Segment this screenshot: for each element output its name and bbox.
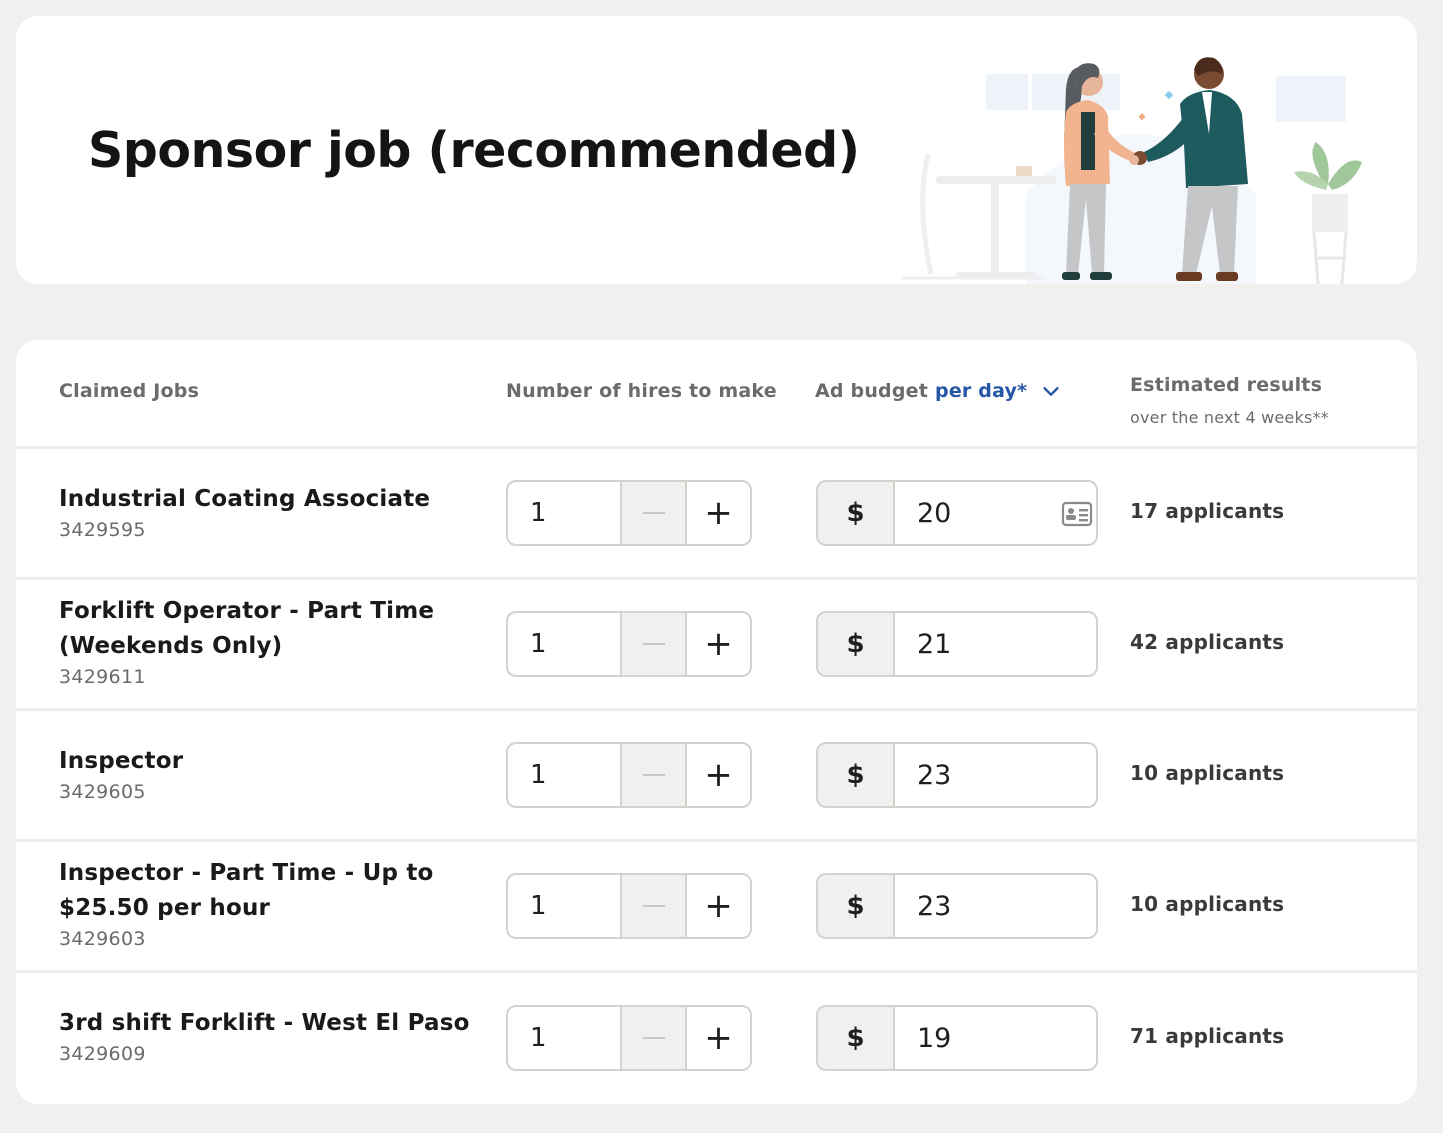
budget-input: $ 21 [816, 611, 1098, 677]
budget-input: $ 20 [816, 480, 1098, 546]
budget-amount-field[interactable]: 20 [895, 482, 1096, 544]
job-title: Forklift Operator - Part Time (Weekends … [59, 598, 435, 659]
budget-amount-field[interactable]: 23 [895, 744, 1096, 806]
estimated-applicants: 42 applicants [1130, 630, 1285, 654]
currency-symbol: $ [818, 482, 895, 544]
budget-amount[interactable]: 20 [917, 498, 951, 529]
budget-amount-field[interactable]: 23 [895, 875, 1096, 937]
hires-count[interactable]: 1 [508, 613, 620, 675]
minus-icon [642, 512, 665, 514]
increment-button[interactable]: + [687, 482, 750, 544]
header-card: Sponsor job (recommended) [16, 16, 1417, 284]
chevron-down-icon[interactable] [1040, 380, 1062, 402]
job-title: Inspector [59, 748, 184, 774]
job-title: Industrial Coating Associate [59, 486, 431, 512]
decrement-button[interactable] [620, 875, 687, 937]
currency-symbol: $ [818, 744, 895, 806]
hires-count[interactable]: 1 [508, 875, 620, 937]
minus-icon [642, 1037, 665, 1039]
hires-stepper: 1 + [506, 873, 752, 939]
table-row: Industrial Coating Associate 3429595 1 +… [16, 449, 1417, 577]
claimed-jobs-table: Claimed Jobs Number of hires to make Ad … [16, 340, 1417, 1104]
hires-stepper: 1 + [506, 611, 752, 677]
header-estimated-results: Estimated results [1130, 374, 1323, 396]
estimated-applicants: 17 applicants [1130, 499, 1285, 523]
hires-count[interactable]: 1 [508, 744, 620, 806]
currency-symbol: $ [818, 613, 895, 675]
currency-symbol: $ [818, 1007, 895, 1069]
budget-input: $ 23 [816, 873, 1098, 939]
header-number-of-hires: Number of hires to make [506, 380, 777, 402]
estimated-applicants: 10 applicants [1130, 892, 1285, 916]
budget-amount[interactable]: 19 [917, 1023, 951, 1054]
header-results-subtitle: over the next 4 weeks** [1130, 408, 1329, 427]
increment-button[interactable]: + [687, 1007, 750, 1069]
job-id: 3429611 [59, 666, 146, 688]
decrement-button[interactable] [620, 613, 687, 675]
header-claimed-jobs: Claimed Jobs [59, 380, 200, 402]
decrement-button[interactable] [620, 482, 687, 544]
job-title: Inspector - Part Time - Up to $25.50 per… [59, 860, 434, 921]
job-id: 3429605 [59, 781, 146, 803]
minus-icon [642, 905, 665, 907]
budget-input: $ 23 [816, 742, 1098, 808]
header-ad-budget-label: Ad budget [815, 380, 929, 402]
budget-amount-field[interactable]: 21 [895, 613, 1096, 675]
budget-amount[interactable]: 23 [917, 760, 951, 791]
job-id: 3429603 [59, 928, 146, 950]
table-header: Claimed Jobs Number of hires to make Ad … [16, 340, 1417, 448]
minus-icon [642, 643, 665, 645]
increment-button[interactable]: + [687, 744, 750, 806]
estimated-applicants: 10 applicants [1130, 761, 1285, 785]
increment-button[interactable]: + [687, 875, 750, 937]
table-row: 3rd shift Forklift - West El Paso 342960… [16, 973, 1417, 1104]
table-row: Inspector 3429605 1 + $ 23 10 applicants [16, 711, 1417, 839]
currency-symbol: $ [818, 875, 895, 937]
header-ad-budget: Ad budget per day* [815, 380, 1062, 402]
job-title: 3rd shift Forklift - West El Paso [59, 1010, 470, 1036]
hires-stepper: 1 + [506, 1005, 752, 1071]
budget-amount[interactable]: 23 [917, 891, 951, 922]
job-id: 3429595 [59, 519, 146, 541]
budget-amount-field[interactable]: 19 [895, 1007, 1096, 1069]
budget-amount[interactable]: 21 [917, 629, 951, 660]
minus-icon [642, 774, 665, 776]
page-title: Sponsor job (recommended) [88, 122, 860, 179]
hires-count[interactable]: 1 [508, 482, 620, 544]
job-id: 3429609 [59, 1043, 146, 1065]
increment-button[interactable]: + [687, 613, 750, 675]
table-row: Forklift Operator - Part Time (Weekends … [16, 580, 1417, 708]
contact-card-icon[interactable] [1061, 500, 1093, 528]
hires-stepper: 1 + [506, 742, 752, 808]
hires-stepper: 1 + [506, 480, 752, 546]
decrement-button[interactable] [620, 1007, 687, 1069]
table-row: Inspector - Part Time - Up to $25.50 per… [16, 842, 1417, 970]
handshake-illustration [901, 57, 1362, 284]
hires-count[interactable]: 1 [508, 1007, 620, 1069]
decrement-button[interactable] [620, 744, 687, 806]
budget-input: $ 19 [816, 1005, 1098, 1071]
estimated-applicants: 71 applicants [1130, 1024, 1285, 1048]
budget-period-selector[interactable]: per day* [935, 380, 1027, 402]
